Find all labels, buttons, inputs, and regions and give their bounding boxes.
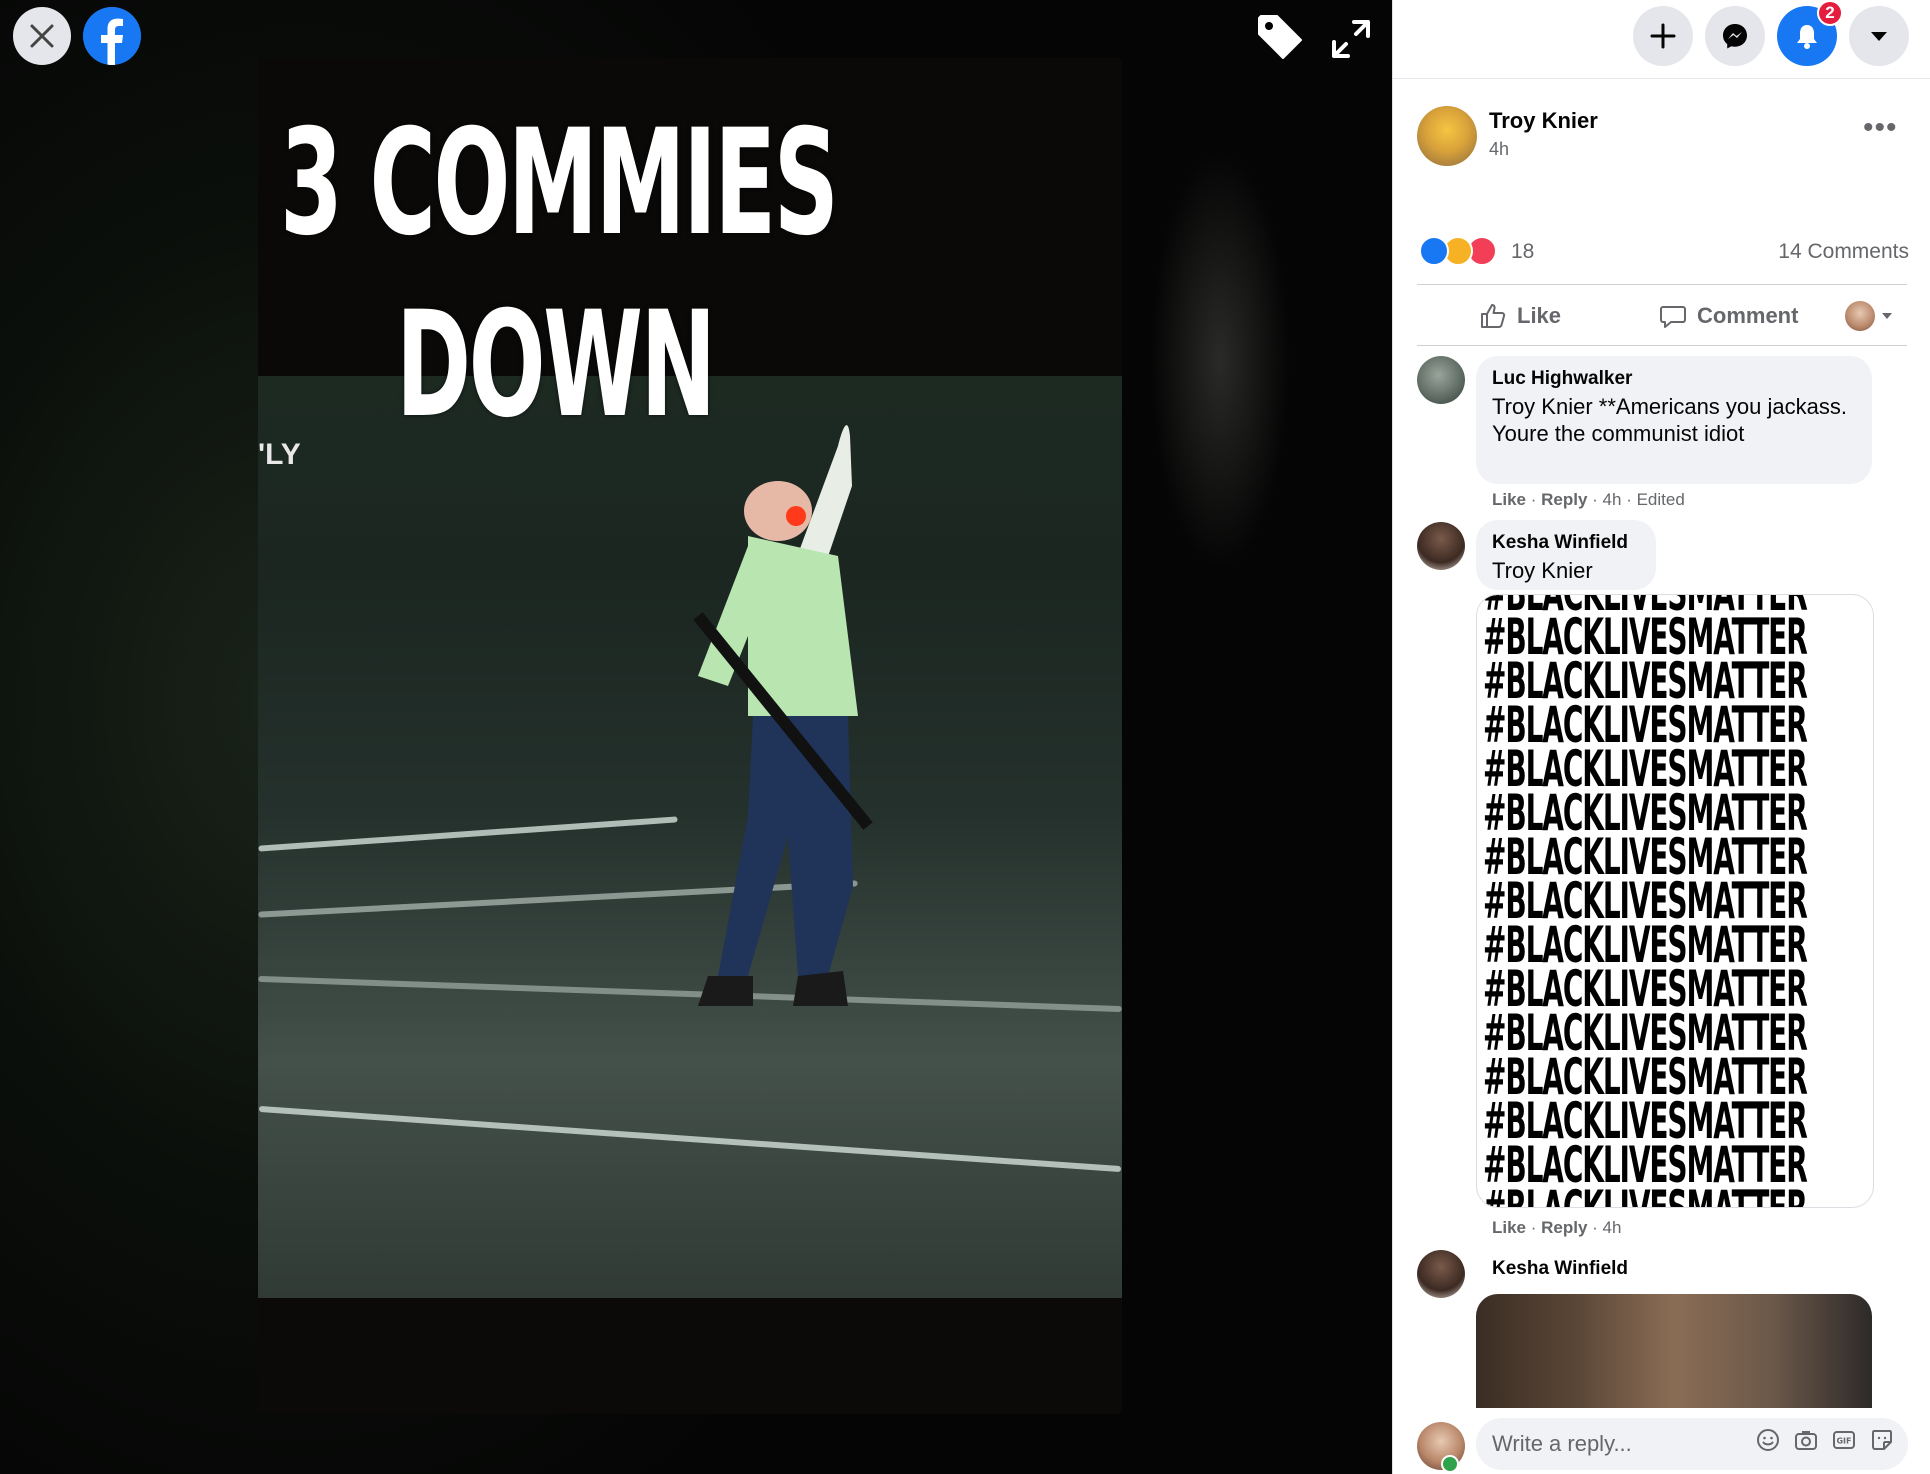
comment-author[interactable]: Kesha Winfield <box>1492 532 1640 554</box>
sticker-icon[interactable] <box>1870 1428 1894 1452</box>
walking-figure-graphic <box>693 425 873 1006</box>
comment-actions: Like · Reply · 4h · Edited <box>1492 490 1685 509</box>
emoji-icon[interactable] <box>1756 1428 1780 1452</box>
image-text-line: #BLACKLIVESMATTER <box>1483 1184 1808 1207</box>
close-button[interactable] <box>13 7 71 65</box>
thumbs-up-icon <box>1481 304 1506 328</box>
comment-text: Troy Knier <box>1492 558 1593 583</box>
gif-icon[interactable]: GIF <box>1832 1428 1856 1452</box>
comment-time[interactable]: 4h <box>1603 490 1622 509</box>
comment-actions: Like · Reply · 4h <box>1492 1218 1622 1237</box>
comment-reply-link[interactable]: Reply <box>1541 490 1587 509</box>
speech-bubble-icon <box>1660 306 1686 328</box>
post-timestamp[interactable]: 4h <box>1489 139 1509 160</box>
facebook-logo-icon <box>83 7 141 65</box>
facebook-home-link[interactable] <box>83 7 141 65</box>
comment-bubble: Luc Highwalker Troy Knier **Americans yo… <box>1476 356 1872 484</box>
meme-caption-line-1: 3 COMMIES <box>280 98 839 268</box>
comment-time[interactable]: 4h <box>1603 1218 1622 1237</box>
notifications-button[interactable]: 2 <box>1777 0 1843 66</box>
expand-icon <box>1332 20 1370 58</box>
like-button-label: Like <box>1517 303 1562 328</box>
post-options-button[interactable]: ••• <box>1863 113 1898 143</box>
comment-like-link[interactable]: Like <box>1492 490 1526 509</box>
comment-like-link[interactable]: Like <box>1492 1218 1526 1237</box>
bell-icon <box>1797 25 1817 49</box>
reaction-icons[interactable] <box>1419 236 1509 266</box>
viewer-avatar-small <box>1845 301 1875 331</box>
messenger-icon <box>1723 24 1747 49</box>
divider <box>1417 345 1907 346</box>
create-button[interactable] <box>1633 6 1693 66</box>
comment-gif-image[interactable] <box>1476 1294 1872 1410</box>
divider <box>1417 284 1907 285</box>
photo-bottom-strip <box>258 1298 1122 1414</box>
comment-text: Troy Knier **Americans you jackass. Your… <box>1492 394 1847 446</box>
reply-composer: Write a reply... GIF <box>1393 1408 1930 1474</box>
comments-count[interactable]: 14 Comments <box>1778 240 1909 264</box>
author-avatar[interactable] <box>1417 106 1477 166</box>
photo-scene <box>258 376 1122 1356</box>
messenger-button[interactable] <box>1705 6 1765 66</box>
commenter-avatar[interactable] <box>1417 356 1465 404</box>
close-icon <box>30 24 54 48</box>
comment-image[interactable]: #BLACKLIVESMATTER #BLACKLIVESMATTER #BLA… <box>1476 594 1874 1208</box>
caret-down-icon <box>1871 32 1887 41</box>
reply-placeholder: Write a reply... <box>1492 1431 1632 1456</box>
plus-icon <box>1650 23 1676 49</box>
like-button[interactable]: Like <box>1479 296 1561 336</box>
comment-reply-link[interactable]: Reply <box>1541 1218 1587 1237</box>
notification-count-badge: 2 <box>1817 0 1843 26</box>
comment-button-label: Comment <box>1697 303 1799 328</box>
top-navigation-bar: 2 <box>1393 0 1930 79</box>
post-author-name[interactable]: Troy Knier <box>1489 108 1598 134</box>
comment-bubble: Kesha Winfield Troy Knier <box>1476 520 1656 590</box>
meme-caption-line-2: DOWN <box>396 280 716 450</box>
post-as-selector[interactable] <box>1845 296 1903 336</box>
like-reaction-icon <box>1419 236 1449 266</box>
tag-icon <box>1258 15 1302 59</box>
comment-author[interactable]: Luc Highwalker <box>1492 368 1856 390</box>
fullscreen-button[interactable] <box>1328 16 1374 62</box>
photo-viewer: 3 COMMIES DOWN 'LY <box>0 0 1392 1474</box>
reply-input[interactable]: Write a reply... GIF <box>1476 1418 1908 1470</box>
post-panel: 2 Troy Knier 4h ••• 18 14 Comments Like … <box>1392 0 1930 1474</box>
camera-icon[interactable] <box>1794 1428 1818 1452</box>
caret-down-icon <box>1882 313 1892 319</box>
meme-photo: 3 COMMIES DOWN 'LY <box>258 58 1122 1414</box>
reply-tools: GIF <box>1756 1428 1894 1452</box>
svg-text:GIF: GIF <box>1836 1437 1851 1446</box>
reaction-count[interactable]: 18 <box>1511 240 1534 264</box>
commenter-avatar[interactable] <box>1417 1250 1465 1298</box>
photo-watermark: 'LY <box>258 438 301 471</box>
account-menu-button[interactable] <box>1849 6 1909 66</box>
comment-author[interactable]: Kesha Winfield <box>1492 1258 1628 1280</box>
commenter-avatar[interactable] <box>1417 522 1465 570</box>
comment-button[interactable]: Comment <box>1659 296 1798 336</box>
comment-edited-label: Edited <box>1636 490 1685 509</box>
tag-photo-button[interactable] <box>1255 12 1307 64</box>
online-status-indicator <box>1441 1455 1459 1473</box>
